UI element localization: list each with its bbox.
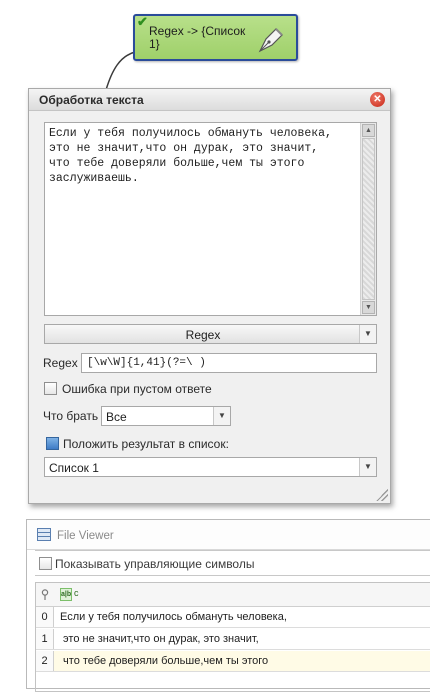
row-text: Если у тебя получилось обмануть человека… [60,611,287,623]
dialog-title: Обработка текста [39,93,144,107]
what-to-take-label: Что брать [43,409,99,423]
pin-icon[interactable] [40,589,50,601]
scroll-up-icon[interactable]: ▲ [362,124,375,137]
row-index: 2 [36,651,54,671]
row-index: 0 [36,607,54,627]
chevron-down-icon[interactable]: ▼ [359,325,376,343]
resize-grip-icon[interactable] [376,489,388,501]
input-textarea[interactable]: Если у тебя получилось обмануть человека… [44,122,377,316]
what-to-take-value: Все [106,410,127,424]
table-icon [37,528,51,541]
table-header: a|b c [36,583,430,607]
error-on-empty-checkbox[interactable] [44,382,57,395]
error-on-empty-label: Ошибка при пустом ответе [62,382,212,396]
chevron-down-icon[interactable]: ▼ [213,407,230,425]
table-row[interactable]: 1 это не значит,что он дурак, это значит… [36,629,430,650]
show-control-chars-bar: Показывать управляющие символы [35,550,430,576]
what-to-take-select[interactable]: Все ▼ [101,406,231,426]
put-in-list-label: Положить результат в список: [63,437,229,451]
row-index: 1 [36,629,54,649]
show-control-chars-checkbox[interactable] [39,557,52,570]
dialog-header: Обработка текста ✕ [29,89,390,111]
pen-icon [258,28,283,53]
file-viewer-title: File Viewer [57,530,114,542]
list-value: Список 1 [49,461,99,475]
show-control-chars-label: Показывать управляющие символы [55,557,255,571]
input-text: Если у тебя получилось обмануть человека… [49,127,332,185]
check-icon: ✔ [137,14,148,29]
results-table: a|b c 0 Если у тебя получилось обмануть … [35,582,430,692]
scroll-thumb[interactable] [362,138,375,300]
list-select[interactable]: Список 1 ▼ [44,457,377,477]
row-text: это не значит,что он дурак, это значит, [60,633,259,645]
regex-label: Regex [43,356,78,370]
scroll-down-icon[interactable]: ▼ [362,301,375,314]
column-type-suffix-icon: c [74,588,79,598]
vertical-scrollbar[interactable]: ▲ ▼ [360,123,376,315]
chevron-down-icon[interactable]: ▼ [359,458,376,476]
regex-input[interactable]: [\w\W]{1,41}(?=\ ) [81,353,377,373]
mode-select[interactable]: Regex ▼ [44,324,377,344]
close-icon[interactable]: ✕ [370,92,385,107]
row-text: что тебе доверяли больше,чем ты этого [60,655,269,667]
table-row[interactable]: 2 что тебе доверяли больше,чем ты этого [36,651,430,672]
node-title: Regex -> {Список 1} [149,24,246,51]
text-processing-dialog: Обработка текста ✕ Если у тебя получилос… [28,88,391,504]
regex-node[interactable]: ✔ Regex -> {Список 1} [133,14,298,61]
table-row[interactable]: 0 Если у тебя получилось обмануть челове… [36,607,430,628]
regex-value: [\w\W]{1,41}(?=\ ) [87,357,206,369]
file-viewer-panel: File Viewer Показывать управляющие симво… [26,519,430,692]
column-type-icon: a|b [60,588,72,601]
put-in-list-checkbox[interactable] [46,437,59,450]
mode-value: Regex [185,328,221,342]
file-viewer-header: File Viewer [27,520,430,550]
